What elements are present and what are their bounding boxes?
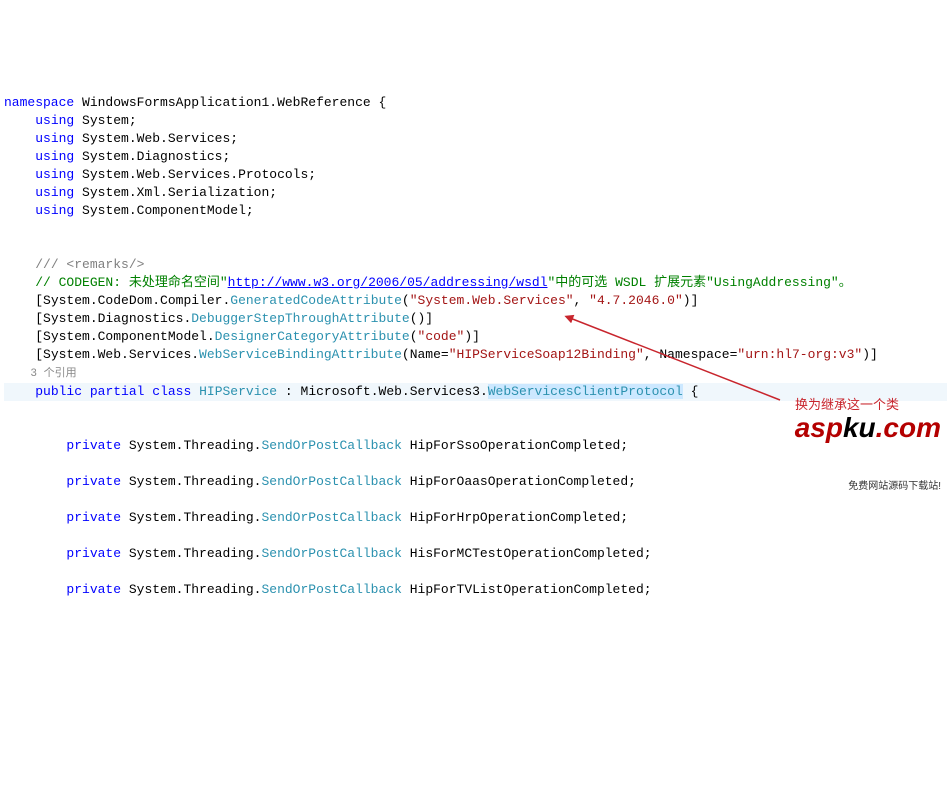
blank-line [4, 456, 12, 471]
watermark-brand: aspku.com [795, 414, 941, 442]
line-field: private System.Threading.SendOrPostCallb… [4, 438, 628, 453]
blank-line [4, 564, 12, 579]
line-codegen: // CODEGEN: 未处理命名空间"http://www.w3.org/20… [4, 275, 852, 290]
line-field: private System.Threading.SendOrPostCallb… [4, 474, 636, 489]
line-using: using System.ComponentModel; [4, 203, 254, 218]
line-namespace: namespace WindowsFormsApplication1.WebRe… [4, 95, 386, 110]
blank-line [4, 492, 12, 507]
line-remarks: /// <remarks/> [4, 257, 144, 272]
line-using: using System; [4, 113, 137, 128]
selected-base-type[interactable]: WebServicesClientProtocol [488, 384, 683, 399]
codelens-references[interactable]: 3 个引用 [4, 368, 77, 380]
line-attr: [System.ComponentModel.DesignerCategoryA… [4, 329, 480, 344]
blank-line [4, 528, 12, 543]
blank-line [4, 239, 12, 254]
wsdl-link[interactable]: http://www.w3.org/2006/05/addressing/wsd… [228, 275, 548, 290]
line-field: private System.Threading.SendOrPostCallb… [4, 582, 652, 597]
line-attr: [System.Diagnostics.DebuggerStepThroughA… [4, 311, 433, 326]
blank-line [4, 221, 12, 236]
line-attr: [System.CodeDom.Compiler.GeneratedCodeAt… [4, 293, 698, 308]
line-using: using System.Xml.Serialization; [4, 185, 277, 200]
line-field: private System.Threading.SendOrPostCallb… [4, 510, 628, 525]
line-field: private System.Threading.SendOrPostCallb… [4, 546, 652, 561]
watermark: aspku.com 免费网站源码下载站! [795, 378, 941, 514]
blank-line [4, 420, 12, 435]
watermark-tagline: 免费网站源码下载站! [795, 478, 941, 496]
line-using: using System.Web.Services.Protocols; [4, 167, 316, 182]
line-using: using System.Web.Services; [4, 131, 238, 146]
line-using: using System.Diagnostics; [4, 149, 230, 164]
line-attr: [System.Web.Services.WebServiceBindingAt… [4, 347, 878, 362]
